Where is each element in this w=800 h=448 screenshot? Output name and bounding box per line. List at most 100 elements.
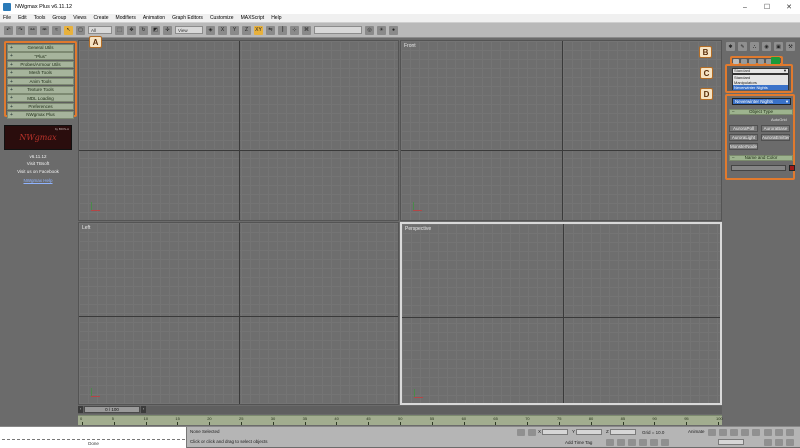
angle-snap-icon[interactable] [617, 439, 625, 446]
menu-tools[interactable]: Tools [34, 15, 46, 21]
animate-button[interactable]: Animate [688, 429, 705, 436]
menu-customize[interactable]: Customize [210, 15, 234, 21]
utilities-tab-icon[interactable]: ⚒ [786, 42, 795, 51]
close-button[interactable]: ✕ [778, 0, 800, 14]
time-slider[interactable]: ‹ 0 / 100 › [78, 406, 722, 414]
x-coordinate-field[interactable] [542, 429, 568, 435]
edit-named-selection-icon[interactable] [650, 439, 658, 446]
undo-icon[interactable]: ↶ [4, 25, 13, 35]
plugin-button-preferences[interactable]: + Preferences [7, 102, 74, 111]
option-neverwinter-nights[interactable]: Neverwinter Nights [733, 85, 788, 90]
redo-icon[interactable]: ↷ [16, 25, 25, 35]
object-name-field[interactable] [731, 165, 786, 171]
menu-group[interactable]: Group [52, 15, 66, 21]
time-slider-thumb[interactable]: 0 / 100 [84, 406, 140, 413]
menu-animation[interactable]: Animation [143, 15, 165, 21]
geometry-icon[interactable] [733, 58, 740, 64]
xy-plane-icon[interactable]: XY [254, 25, 263, 35]
rotate-icon[interactable]: ↻ [139, 25, 148, 35]
plugin-button-plus[interactable]: + "Plus" [7, 52, 74, 60]
select-manipulate-icon[interactable]: ✣ [163, 25, 172, 35]
prev-key-icon[interactable] [719, 429, 727, 436]
menu-modifiers[interactable]: Modifiers [116, 15, 136, 21]
play-icon[interactable] [730, 429, 738, 436]
select-region-icon[interactable]: ⬚ [115, 25, 124, 35]
lock-selection-icon[interactable] [517, 429, 525, 436]
menu-graph-editors[interactable]: Graph Editors [172, 15, 203, 21]
display-tab-icon[interactable]: ▣ [774, 42, 783, 51]
plugin-button-general-utils[interactable]: + General Utils [7, 44, 74, 52]
track-bar[interactable]: 0 5 10 15 20 25 30 35 40 45 50 55 60 65 70 75 80 85 90 95 10… [78, 415, 723, 425]
snap-toggle-icon[interactable] [606, 439, 614, 446]
next-key-icon[interactable] [741, 429, 749, 436]
goto-end-icon[interactable] [752, 429, 760, 436]
menu-views[interactable]: Views [73, 15, 86, 21]
viewport-front[interactable]: Front [400, 40, 722, 221]
viewport-perspective[interactable]: Perspective [400, 222, 722, 405]
plugin-button-probes-armour[interactable]: + Probes/Armour Utils [7, 60, 74, 69]
link-icon[interactable]: ⚯ [28, 25, 37, 35]
maximize-button[interactable]: ☐ [756, 0, 778, 14]
arc-rotate-icon[interactable] [786, 439, 794, 446]
hierarchy-tab-icon[interactable]: ⛬ [750, 42, 759, 51]
plugin-button-texture-tools[interactable]: + Texture Tools [7, 85, 74, 94]
pivot-icon[interactable]: ◈ [206, 25, 215, 35]
object-type-rollout[interactable]: – Object Type [729, 109, 793, 115]
plugin-button-mesh-tools[interactable]: + Mesh Tools [7, 69, 74, 77]
unlink-icon[interactable]: ⚮ [40, 25, 49, 35]
object-color-swatch[interactable] [789, 165, 795, 171]
spinner-snap-icon[interactable] [639, 439, 647, 446]
material-editor-icon[interactable]: ◎ [365, 25, 374, 35]
menu-maxscript[interactable]: MAXScript [241, 15, 265, 21]
align-icon[interactable]: ⫿ [278, 25, 287, 35]
next-frame-icon[interactable]: › [141, 406, 146, 413]
viewport-top[interactable] [78, 40, 399, 221]
move-icon[interactable]: ✥ [127, 25, 136, 35]
selection-filter-dropdown[interactable]: All [88, 26, 112, 34]
scale-icon[interactable]: ◩ [151, 25, 160, 35]
minimize-button[interactable]: – [734, 0, 756, 14]
name-color-rollout[interactable]: – Name and Color [729, 155, 793, 161]
plugin-button-anim-tools[interactable]: + Anim Tools [7, 77, 74, 86]
pan-icon[interactable] [775, 439, 783, 446]
z-coordinate-field[interactable] [610, 429, 636, 435]
x-axis-icon[interactable]: X [218, 25, 227, 35]
spacing-icon[interactable]: ⊹ [290, 25, 299, 35]
maxscript-listener[interactable]: Done [0, 427, 187, 448]
current-frame-field[interactable] [718, 439, 744, 445]
plugin-button-mdl-loading[interactable]: + MDL Loading [7, 94, 74, 102]
menu-create[interactable]: Create [94, 15, 109, 21]
goto-start-icon[interactable] [708, 429, 716, 436]
prev-frame-icon[interactable]: ‹ [78, 406, 83, 413]
named-selection-dropdown[interactable] [314, 26, 362, 34]
zoom-all-icon[interactable] [775, 429, 783, 436]
reference-coord-dropdown[interactable]: View [175, 26, 203, 34]
create-tab-icon[interactable]: ✱ [726, 42, 735, 51]
object-set-dropdown[interactable]: Neverwinter Nights ▼ [732, 98, 791, 105]
autogrid-checkbox[interactable]: AutoGrid [771, 117, 787, 122]
percent-snap-icon[interactable] [628, 439, 636, 446]
shapes-icon[interactable] [741, 58, 748, 64]
field-of-view-icon[interactable] [764, 439, 772, 446]
zoom-extents-icon[interactable] [786, 429, 794, 436]
y-axis-icon[interactable]: Y [230, 25, 239, 35]
visit-tbsoft-link[interactable]: Visit TBsoft [4, 161, 72, 166]
aurora-poll-button[interactable]: AuroraPoll [729, 125, 758, 132]
mirror-icon[interactable]: ⇋ [266, 25, 275, 35]
aurora-light-button[interactable]: AuroraLight [729, 134, 758, 141]
motion-tab-icon[interactable]: ◉ [762, 42, 771, 51]
add-time-tag[interactable]: Add Time Tag [565, 440, 592, 445]
menu-edit[interactable]: Edit [18, 15, 27, 21]
menu-help[interactable]: Help [271, 15, 281, 21]
nwgmax-help-link[interactable]: NWgmax Help [4, 178, 72, 183]
select-by-name-icon[interactable]: ▢ [76, 25, 85, 35]
schematic-icon[interactable]: ⌘ [302, 25, 311, 35]
viewport-left[interactable]: Left [78, 222, 399, 405]
bind-space-warp-icon[interactable]: ≈ [52, 25, 61, 35]
quick-render-icon[interactable]: ● [389, 25, 398, 35]
monster-node-button[interactable]: MonsterNode [729, 143, 758, 150]
aurora-base-button[interactable]: AuroraBase [761, 125, 790, 132]
modify-tab-icon[interactable]: ✎ [738, 42, 747, 51]
z-axis-icon[interactable]: Z [242, 25, 251, 35]
facebook-link[interactable]: Visit us on Facebook [4, 169, 72, 174]
